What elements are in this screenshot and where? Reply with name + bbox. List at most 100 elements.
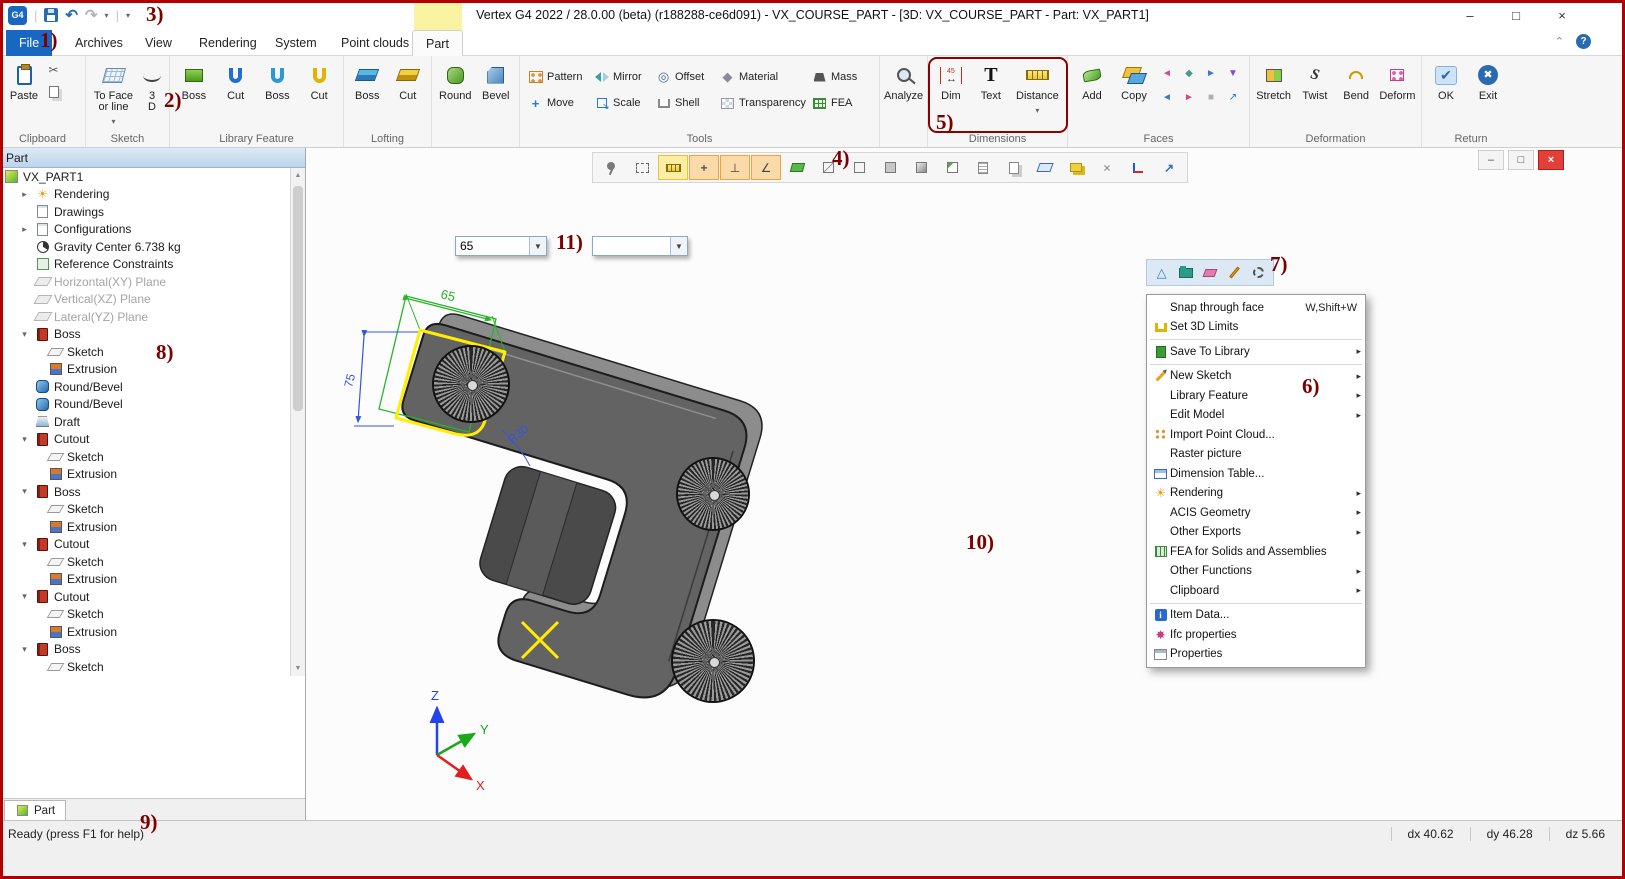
dimension-value-input-2[interactable]: [593, 237, 670, 255]
move-button[interactable]: +Move: [528, 96, 594, 110]
tree-item-boss[interactable]: ▾Boss: [0, 483, 290, 501]
analyze-filter-icon[interactable]: △: [1151, 262, 1172, 283]
offset-button[interactable]: ◎Offset: [656, 70, 720, 84]
library-cut-button[interactable]: Cut: [216, 59, 256, 102]
tree-item-configurations[interactable]: ▸Configurations: [0, 221, 290, 239]
fea-button[interactable]: FEA: [812, 96, 872, 110]
mass-button[interactable]: Mass: [812, 70, 872, 84]
distance-button[interactable]: Distance ▾: [1012, 59, 1063, 116]
close-button[interactable]: ×: [1539, 0, 1585, 30]
face-export-icon[interactable]: ↗: [1229, 92, 1237, 103]
menu-tab-system[interactable]: System: [262, 30, 330, 56]
menu-item-rendering[interactable]: ☀Rendering▸: [1147, 484, 1365, 504]
lofting-boss-button[interactable]: Boss: [348, 59, 387, 102]
pattern-button[interactable]: Pattern: [528, 70, 594, 84]
face-tool-icon[interactable]: ◆: [1185, 68, 1193, 79]
pages-icon[interactable]: [999, 155, 1029, 180]
sketch-3d-button[interactable]: 3 D: [139, 59, 165, 127]
stretch-button[interactable]: Stretch: [1254, 59, 1293, 102]
expand-icon[interactable]: ▸: [18, 224, 31, 235]
menu-item-acis-geometry[interactable]: ACIS Geometry▸: [1147, 503, 1365, 523]
transparency-button[interactable]: Transparency: [720, 96, 812, 110]
cut-icon[interactable]: ✂: [46, 63, 61, 77]
bevel-button[interactable]: Bevel: [477, 59, 516, 102]
chevron-down-icon[interactable]: ▼: [529, 237, 546, 255]
menu-tab-archives[interactable]: Archives: [62, 30, 136, 56]
help-icon[interactable]: ?: [1576, 34, 1591, 49]
tree-item-reference-constraints[interactable]: Reference Constraints: [0, 256, 290, 274]
tree-item-lateral-plane[interactable]: Lateral(YZ) Plane: [0, 308, 290, 326]
deform-button[interactable]: Deform: [1378, 59, 1417, 102]
collapse-icon[interactable]: ▾: [18, 434, 31, 445]
tree-item-draft[interactable]: Draft: [0, 413, 290, 431]
scale-button[interactable]: Scale: [594, 96, 656, 110]
exit-button[interactable]: ✖ Exit: [1468, 59, 1508, 102]
collapse-icon[interactable]: ▾: [18, 486, 31, 497]
tree-item-sketch[interactable]: Sketch: [0, 553, 290, 571]
collapse-icon[interactable]: ▾: [18, 329, 31, 340]
doc-close-button[interactable]: ×: [1538, 150, 1564, 170]
pin-icon[interactable]: [596, 155, 626, 180]
tree-item-cutout[interactable]: ▾Cutout: [0, 431, 290, 449]
face-arrow-left-icon[interactable]: ◄: [1162, 68, 1172, 79]
snap-point-icon[interactable]: +: [689, 155, 719, 180]
tree-item-cutout[interactable]: ▾Cutout: [0, 536, 290, 554]
face-arrow-right-icon[interactable]: ►: [1206, 68, 1216, 79]
paste-button[interactable]: Paste: [4, 59, 44, 102]
menu-item-item-data[interactable]: iItem Data...: [1147, 606, 1365, 626]
add-face-button[interactable]: Add: [1072, 59, 1112, 109]
tree-item-rendering[interactable]: ▸☀Rendering: [0, 186, 290, 204]
menu-item-snap-through-face[interactable]: Snap through faceW,Shift+W: [1147, 298, 1365, 318]
menu-item-edit-model[interactable]: Edit Model▸: [1147, 406, 1365, 426]
material-button[interactable]: ◆Material: [720, 70, 812, 84]
menu-item-raster-picture[interactable]: Raster picture: [1147, 445, 1365, 465]
collapse-icon[interactable]: ▾: [18, 539, 31, 550]
dim-button[interactable]: Dim: [932, 59, 970, 116]
menu-item-fea[interactable]: FEA for Solids and Assemblies: [1147, 542, 1365, 562]
select-frame-icon[interactable]: [627, 155, 657, 180]
dimension-value-input[interactable]: [456, 237, 529, 255]
plane-icon[interactable]: [1030, 155, 1060, 180]
menu-item-other-exports[interactable]: Other Exports▸: [1147, 523, 1365, 543]
menu-item-clipboard[interactable]: Clipboard▸: [1147, 581, 1365, 601]
tree-item-sketch[interactable]: Sketch: [0, 606, 290, 624]
lofting-cut-button[interactable]: Cut: [389, 59, 428, 102]
notes-page-icon[interactable]: [968, 155, 998, 180]
text-button[interactable]: Text: [972, 59, 1010, 116]
doc-minimize-button[interactable]: –: [1478, 150, 1504, 170]
collapse-ribbon-icon[interactable]: ⌃: [1555, 35, 1564, 48]
delete-icon[interactable]: ×: [1092, 155, 1122, 180]
round-button[interactable]: Round: [436, 59, 475, 102]
collapse-icon[interactable]: ▾: [18, 591, 31, 602]
copy-face-button[interactable]: Copy: [1114, 59, 1154, 109]
snap-angle-icon[interactable]: ∠: [751, 155, 781, 180]
face-tool-icon[interactable]: ■: [1208, 92, 1214, 103]
collapse-icon[interactable]: ▾: [18, 644, 31, 655]
tree-item-extrusion[interactable]: Extrusion: [0, 571, 290, 589]
gray-cube-icon[interactable]: [875, 155, 905, 180]
tree-item-sketch[interactable]: Sketch: [0, 658, 290, 676]
eraser-icon[interactable]: [1199, 262, 1220, 283]
face-arrow-right2-icon[interactable]: ►: [1184, 92, 1194, 103]
tree-item-boss[interactable]: ▾Boss: [0, 641, 290, 659]
bend-button[interactable]: Bend: [1337, 59, 1376, 102]
tree-item-extrusion[interactable]: Extrusion: [0, 623, 290, 641]
folder-icon[interactable]: [1175, 262, 1196, 283]
menu-tab-file[interactable]: File: [6, 30, 52, 56]
save-icon[interactable]: [44, 8, 58, 22]
ruler-icon[interactable]: [658, 155, 688, 180]
minimize-button[interactable]: –: [1447, 0, 1493, 30]
shaded-cube-icon[interactable]: [906, 155, 936, 180]
twist-button[interactable]: Twist: [1295, 59, 1334, 102]
menu-item-import-point-cloud[interactable]: Import Point Cloud...: [1147, 425, 1365, 445]
copy-icon[interactable]: [46, 85, 61, 99]
face-arrow-left2-icon[interactable]: ◄: [1162, 92, 1172, 103]
menu-tab-rendering[interactable]: Rendering: [186, 30, 270, 56]
ok-button[interactable]: ✔ OK: [1426, 59, 1466, 102]
gear-icon[interactable]: [1248, 262, 1269, 283]
tree-item-boss[interactable]: ▾Boss: [0, 326, 290, 344]
menu-item-save-to-library[interactable]: Save To Library▸: [1147, 342, 1365, 362]
redo-icon[interactable]: ↷: [85, 6, 98, 24]
tree-item-drawings[interactable]: Drawings: [0, 203, 290, 221]
library-boss-button[interactable]: Boss: [174, 59, 214, 102]
